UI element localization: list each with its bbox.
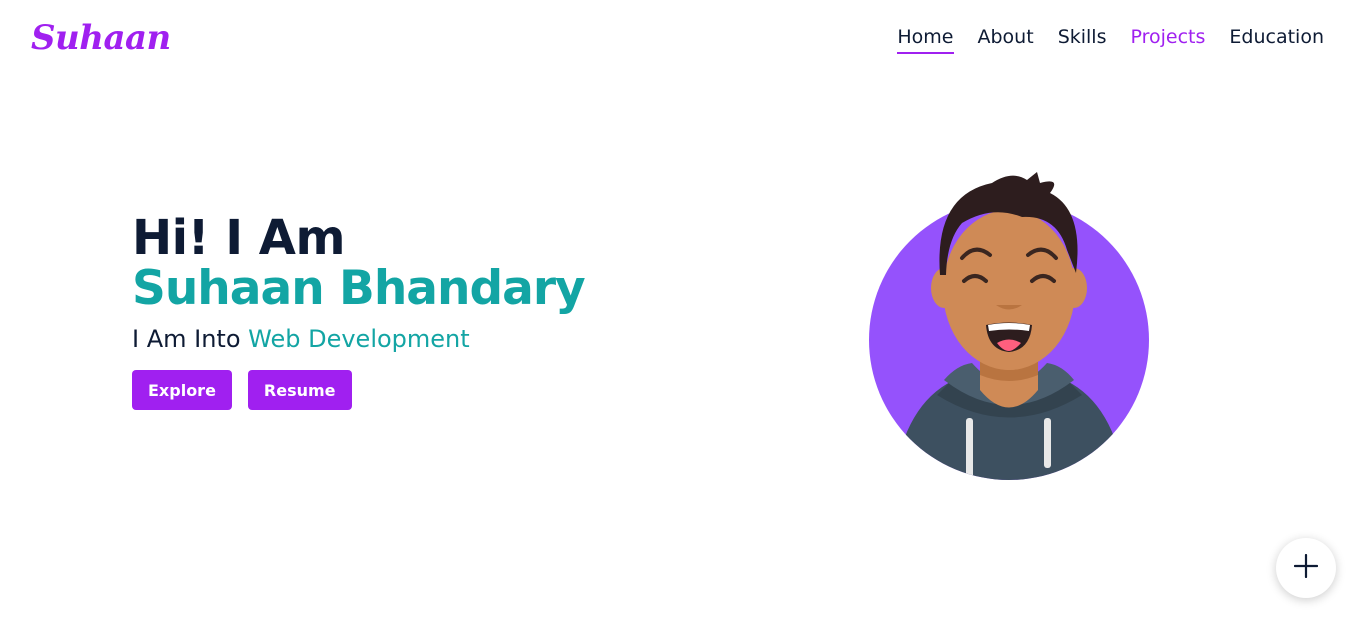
plus-icon: [1293, 553, 1319, 582]
tagline-accent: Web Development: [248, 325, 470, 353]
explore-button[interactable]: Explore: [132, 370, 232, 410]
main-nav: Home About Skills Projects Education: [897, 26, 1324, 54]
tagline-prefix: I Am Into: [132, 325, 241, 353]
nav-home[interactable]: Home: [897, 26, 954, 54]
site-logo[interactable]: Suhaan: [31, 18, 171, 58]
page: Suhaan Home About Skills Projects Educat…: [0, 0, 1366, 630]
nav-skills[interactable]: Skills: [1058, 26, 1107, 54]
nav-projects[interactable]: Projects: [1131, 26, 1206, 54]
hero-tagline: I Am Into Web Development: [132, 322, 585, 356]
nav-about[interactable]: About: [978, 26, 1034, 54]
hero-name: Suhaan Bhandary: [132, 261, 586, 316]
nav-education[interactable]: Education: [1229, 26, 1324, 54]
fab-plus-button[interactable]: [1276, 538, 1336, 598]
hero-greeting: Hi! I Am: [132, 210, 345, 266]
hero-buttons: Explore Resume: [132, 370, 585, 410]
avatar-illustration-icon: [862, 165, 1157, 485]
resume-button[interactable]: Resume: [247, 370, 352, 410]
hero-section: Hi! I Am Suhaan Bhandary I Am Into Web D…: [132, 210, 586, 410]
